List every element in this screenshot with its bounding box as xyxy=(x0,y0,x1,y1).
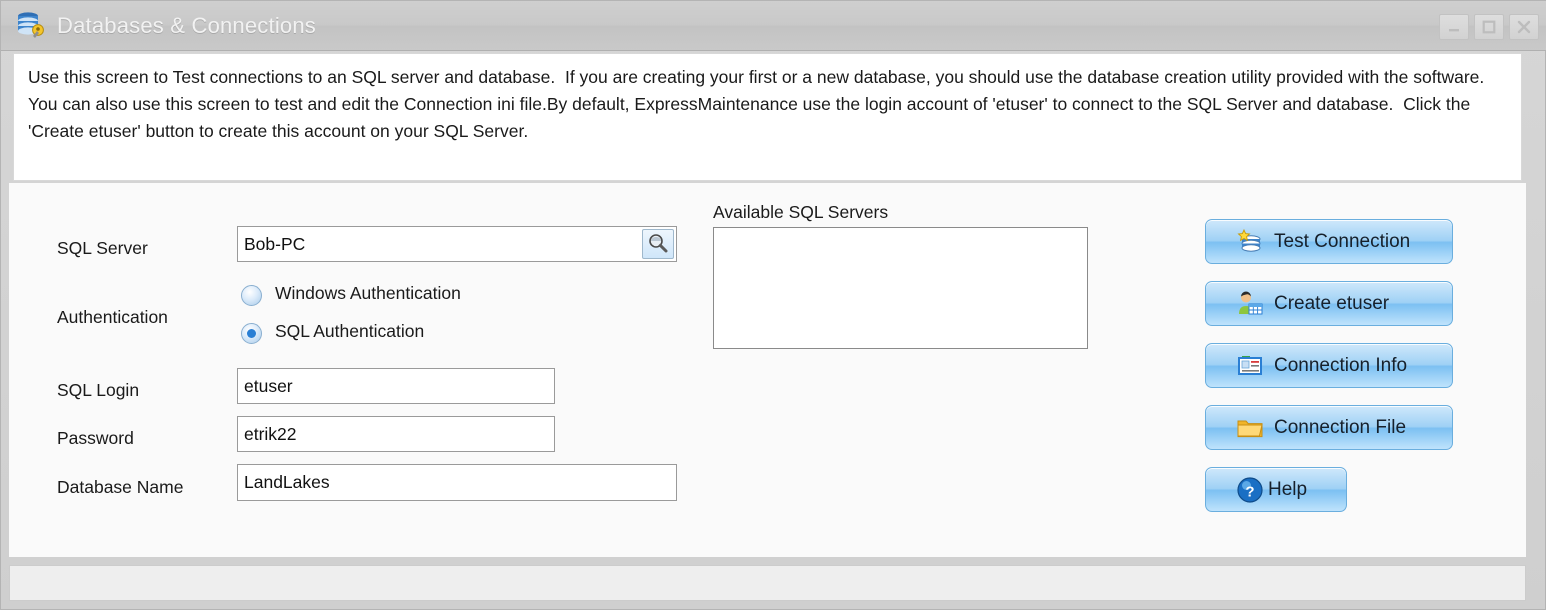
maximize-button[interactable] xyxy=(1474,14,1504,40)
instruction-text: Use this screen to Test connections to a… xyxy=(28,67,1494,141)
database-name-label: Database Name xyxy=(57,477,184,497)
create-etuser-label: Create etuser xyxy=(1274,292,1390,314)
browse-servers-button[interactable] xyxy=(642,229,674,259)
connection-file-label: Connection File xyxy=(1274,416,1407,438)
database-star-icon xyxy=(1236,228,1264,256)
radio-icon-selected xyxy=(241,323,262,344)
minimize-button[interactable] xyxy=(1439,14,1469,40)
sql-server-input[interactable] xyxy=(237,226,677,262)
create-etuser-button[interactable]: Create etuser xyxy=(1205,281,1453,326)
id-card-icon xyxy=(1236,352,1264,380)
svg-text:?: ? xyxy=(1245,483,1254,500)
help-label: Help xyxy=(1268,478,1308,500)
available-servers-list[interactable] xyxy=(713,227,1088,349)
connection-file-button[interactable]: Connection File xyxy=(1205,405,1453,450)
sql-server-label: SQL Server xyxy=(57,238,148,258)
question-circle-icon: ? xyxy=(1236,476,1264,504)
magnifier-icon xyxy=(649,234,668,253)
folder-icon xyxy=(1236,414,1264,442)
database-key-icon xyxy=(15,10,47,42)
window-title: Databases & Connections xyxy=(57,13,316,38)
available-servers-label: Available SQL Servers xyxy=(713,202,889,222)
application-window: Databases & Connections Use this screen … xyxy=(0,0,1546,610)
test-connection-button[interactable]: Test Connection xyxy=(1205,219,1453,264)
instruction-panel: Use this screen to Test connections to a… xyxy=(13,53,1522,181)
form-area: SQL Server Authentication Windows Authen… xyxy=(9,183,1526,557)
sql-login-input[interactable] xyxy=(237,368,555,404)
user-table-icon xyxy=(1236,290,1264,318)
password-input[interactable] xyxy=(237,416,555,452)
close-icon xyxy=(1517,20,1531,34)
status-bar xyxy=(9,565,1526,601)
sql-login-label: SQL Login xyxy=(57,380,140,400)
database-name-input[interactable] xyxy=(237,464,677,501)
password-label: Password xyxy=(57,428,134,448)
radio-icon-unselected xyxy=(241,285,262,306)
minimize-icon xyxy=(1449,29,1459,32)
radio-windows-authentication-label: Windows Authentication xyxy=(275,283,461,303)
connection-info-button[interactable]: Connection Info xyxy=(1205,343,1453,388)
title-bar: Databases & Connections xyxy=(1,1,1546,51)
test-connection-label: Test Connection xyxy=(1274,230,1411,252)
connection-info-label: Connection Info xyxy=(1274,354,1408,376)
help-button[interactable]: ? Help xyxy=(1205,467,1347,512)
authentication-label: Authentication xyxy=(57,307,168,327)
maximize-icon xyxy=(1482,20,1496,34)
close-button[interactable] xyxy=(1509,14,1539,40)
radio-sql-authentication-label: SQL Authentication xyxy=(275,321,425,341)
